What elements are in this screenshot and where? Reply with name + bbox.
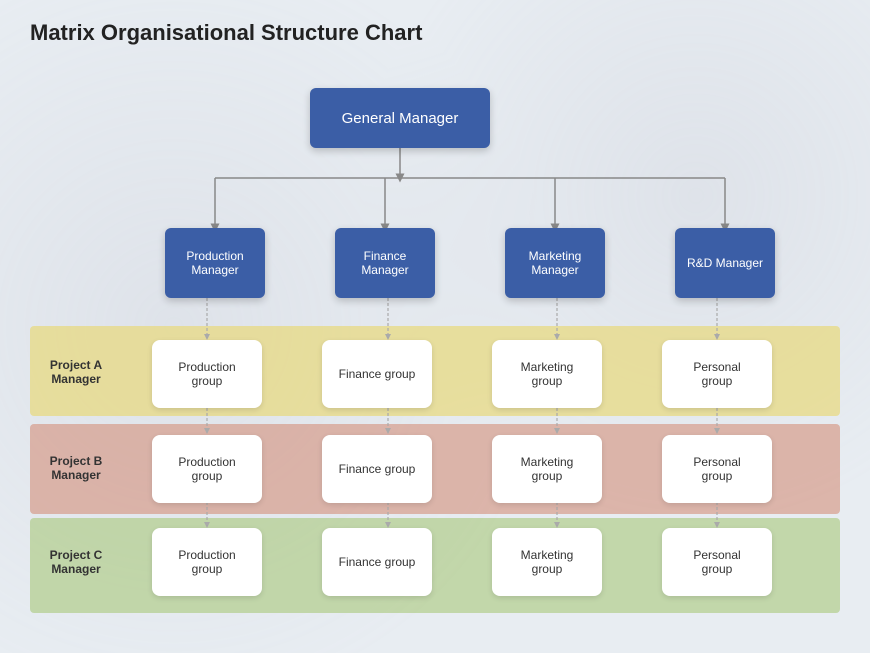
dept-finance: FinanceManager: [335, 228, 435, 298]
group-c-finance: Finance group: [322, 528, 432, 596]
project-a-manager-label: Project AManager: [36, 358, 116, 386]
group-c-production: Productiongroup: [152, 528, 262, 596]
group-b-marketing-label: Marketinggroup: [521, 455, 574, 483]
dept-production-label: ProductionManager: [186, 249, 243, 277]
group-b-marketing: Marketinggroup: [492, 435, 602, 503]
group-a-personal: Personalgroup: [662, 340, 772, 408]
project-b-manager-label: Project BManager: [36, 454, 116, 482]
group-a-marketing-label: Marketinggroup: [521, 360, 574, 388]
group-a-personal-label: Personalgroup: [693, 360, 740, 388]
group-a-production: Productiongroup: [152, 340, 262, 408]
group-b-finance-label: Finance group: [339, 462, 416, 476]
chart-title: Matrix Organisational Structure Chart: [30, 20, 840, 46]
group-c-production-label: Productiongroup: [178, 548, 235, 576]
group-b-finance: Finance group: [322, 435, 432, 503]
group-c-personal: Personalgroup: [662, 528, 772, 596]
group-a-finance: Finance group: [322, 340, 432, 408]
group-b-production: Productiongroup: [152, 435, 262, 503]
group-b-production-label: Productiongroup: [178, 455, 235, 483]
group-c-finance-label: Finance group: [339, 555, 416, 569]
group-b-personal: Personalgroup: [662, 435, 772, 503]
group-a-finance-label: Finance group: [339, 367, 416, 381]
group-c-marketing: Marketinggroup: [492, 528, 602, 596]
group-a-marketing: Marketinggroup: [492, 340, 602, 408]
dept-marketing: MarketingManager: [505, 228, 605, 298]
general-manager-box: General Manager: [310, 88, 490, 148]
dept-rnd-label: R&D Manager: [687, 256, 763, 270]
dept-marketing-label: MarketingManager: [529, 249, 582, 277]
group-c-marketing-label: Marketinggroup: [521, 548, 574, 576]
dept-production: ProductionManager: [165, 228, 265, 298]
dept-finance-label: FinanceManager: [361, 249, 408, 277]
dept-rnd: R&D Manager: [675, 228, 775, 298]
group-b-personal-label: Personalgroup: [693, 455, 740, 483]
general-manager-label: General Manager: [342, 110, 459, 127]
group-a-production-label: Productiongroup: [178, 360, 235, 388]
group-c-personal-label: Personalgroup: [693, 548, 740, 576]
project-c-manager-label: Project CManager: [36, 548, 116, 576]
